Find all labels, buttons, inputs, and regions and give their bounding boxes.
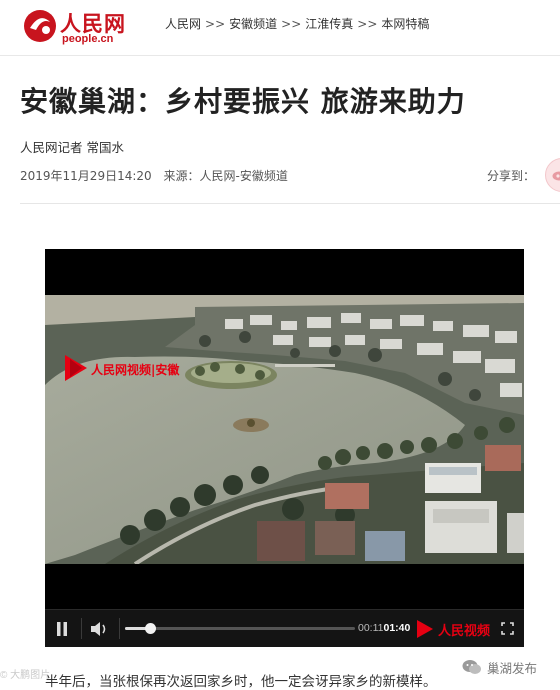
- pause-icon: [56, 622, 68, 636]
- brand-play-icon: [417, 618, 435, 640]
- brand-text: 人民视频: [438, 620, 490, 639]
- pause-button[interactable]: [45, 610, 79, 647]
- fullscreen-button[interactable]: [490, 610, 524, 647]
- fullscreen-icon: [501, 622, 514, 635]
- time-display: 00:1101:40: [358, 622, 410, 634]
- progress-bar[interactable]: [125, 627, 355, 630]
- watermark-left: © 大鹏图片: [0, 666, 50, 681]
- watermark-right: 巢湖发布: [462, 656, 537, 678]
- breadcrumb-item-exclusive[interactable]: 本网特稿: [381, 15, 429, 32]
- video-brand[interactable]: 人民视频: [417, 618, 435, 640]
- logo-emblem-icon: [22, 8, 58, 44]
- breadcrumb-separator: >>: [357, 17, 377, 31]
- logo-domain: people.cn: [62, 33, 113, 45]
- aerial-village-image: [45, 295, 524, 564]
- breadcrumb: 人民网 >> 安徽频道 >> 江淮传真 >> 本网特稿: [165, 15, 429, 32]
- weibo-icon: [552, 167, 560, 181]
- volume-button[interactable]: [83, 610, 117, 647]
- breadcrumb-item-anhui[interactable]: 安徽频道: [229, 15, 277, 32]
- share-weibo-button[interactable]: [545, 158, 560, 192]
- article-date: 2019年11月29日14:20: [20, 169, 152, 183]
- breadcrumb-separator: >>: [281, 17, 301, 31]
- video-overlay-logo-text: 人民网视频|安徽: [91, 361, 179, 378]
- video-frame[interactable]: 人民网视频|安徽: [45, 295, 524, 564]
- article-byline: 人民网记者 常国水: [20, 137, 124, 156]
- article-paragraph: 半年后，当张根保再次返回家乡时，他一定会讶异家乡的新模样。: [45, 670, 437, 690]
- watermark-right-text: 巢湖发布: [487, 658, 537, 677]
- breadcrumb-separator: >>: [205, 17, 225, 31]
- breadcrumb-item-people[interactable]: 人民网: [165, 15, 201, 32]
- people-logo[interactable]: 人民网 people.cn: [22, 6, 132, 46]
- breadcrumb-item-jianghuai[interactable]: 江淮传真: [305, 15, 353, 32]
- video-controls: 00:1101:40 人民视频: [45, 609, 524, 647]
- header-divider: [0, 55, 560, 56]
- article-meta: 2019年11月29日14:20 来源：人民网-安徽频道: [20, 167, 296, 184]
- progress-handle[interactable]: [145, 623, 156, 634]
- wechat-icon: [462, 659, 482, 675]
- controls-divider: [81, 618, 82, 639]
- share-label: 分享到：: [487, 167, 535, 184]
- article-title: 安徽巢湖：乡村要振兴 旅游来助力: [20, 80, 466, 120]
- meta-divider: [20, 203, 560, 204]
- volume-icon: [91, 622, 109, 636]
- total-time: 01:40: [384, 622, 411, 634]
- current-time: 00:11: [358, 622, 384, 634]
- controls-divider: [119, 618, 120, 639]
- video-player[interactable]: 人民网视频|安徽 00:1101:40 人民视频: [45, 249, 524, 646]
- article-source[interactable]: 来源：人民网-安徽频道: [164, 169, 288, 183]
